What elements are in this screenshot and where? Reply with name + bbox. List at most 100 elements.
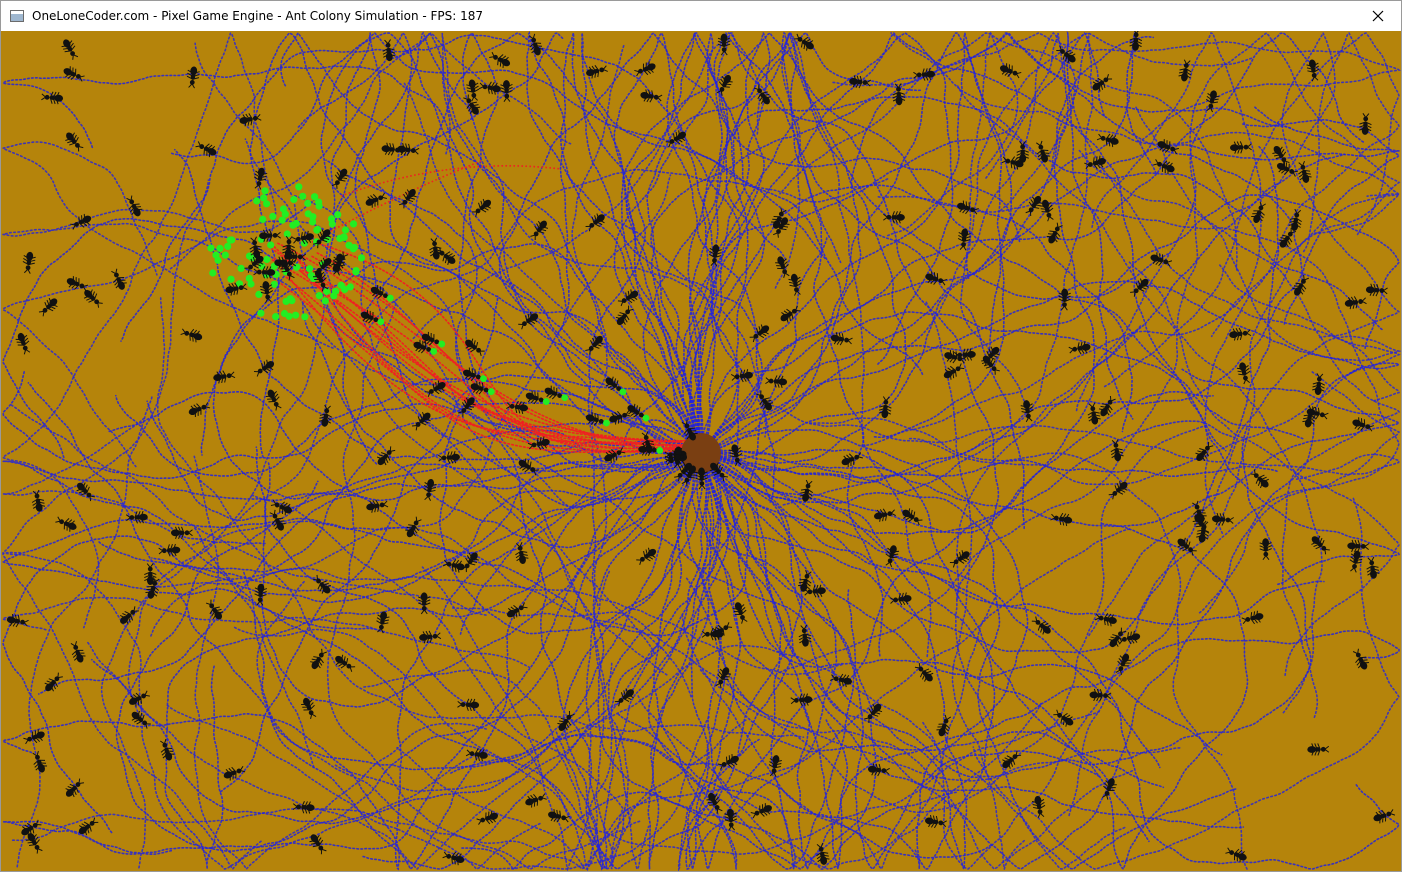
- home-trail: [703, 280, 1401, 452]
- ant: [32, 750, 48, 773]
- food-pellet: [290, 195, 298, 204]
- ant: [799, 479, 814, 502]
- food-pellet: [261, 187, 269, 195]
- food-pellet: [283, 230, 291, 238]
- food-pellet: [263, 255, 271, 264]
- ant: [878, 396, 892, 419]
- ant: [83, 289, 103, 308]
- food-pellet: [321, 297, 329, 305]
- food-pellet: [260, 194, 268, 202]
- home-trail: [902, 31, 1077, 352]
- ant: [313, 257, 332, 277]
- food-pellet: [349, 220, 358, 228]
- food-pellet: [245, 252, 254, 260]
- ant: [335, 654, 356, 672]
- food-pellet: [237, 264, 245, 272]
- ant: [376, 446, 396, 466]
- ant: [205, 599, 224, 620]
- ant: [981, 355, 1000, 375]
- home-trail: [702, 32, 1366, 451]
- ant: [126, 195, 143, 217]
- food-pellet: [267, 241, 275, 249]
- ant: [429, 237, 443, 260]
- ant: [957, 200, 979, 215]
- ant: [463, 94, 481, 115]
- ant: [119, 606, 139, 625]
- home-trail: [956, 83, 1323, 714]
- home-trail: [694, 184, 1133, 451]
- ant: [1352, 648, 1369, 670]
- food-pellet: [216, 244, 224, 252]
- ant: [798, 624, 812, 647]
- food-pellet: [224, 242, 232, 250]
- food-pellet: [328, 220, 336, 228]
- ant: [892, 83, 906, 106]
- home-trail: [151, 455, 700, 604]
- food-pellet: [301, 313, 309, 321]
- ant: [22, 251, 36, 274]
- home-trail: [702, 311, 1401, 586]
- food-pellet: [280, 309, 289, 318]
- home-trail: [703, 365, 1365, 870]
- ant: [750, 803, 772, 819]
- close-icon: [1372, 10, 1384, 22]
- home-trail: [684, 456, 1165, 789]
- ant: [38, 297, 58, 317]
- ant: [1373, 809, 1396, 824]
- simulation-canvas[interactable]: [1, 31, 1401, 871]
- ant: [31, 489, 46, 512]
- home-trail: [703, 428, 1029, 870]
- ant: [1058, 288, 1071, 311]
- food-pellet: [295, 183, 303, 191]
- food-pellet: [349, 245, 357, 253]
- ant: [830, 673, 852, 688]
- ant: [1230, 141, 1252, 154]
- food-pellet: [323, 287, 331, 296]
- ant: [111, 268, 127, 290]
- ant: [500, 80, 513, 102]
- ant: [15, 332, 31, 355]
- ant: [525, 793, 547, 808]
- home-trail: [1, 141, 334, 349]
- food-pellet: [253, 197, 261, 205]
- ant: [412, 412, 431, 431]
- ant: [171, 526, 193, 539]
- ant: [634, 61, 656, 77]
- ant: [253, 167, 268, 190]
- home-trail: [806, 417, 1248, 870]
- ant: [253, 359, 275, 377]
- food-pellet: [341, 226, 350, 234]
- food-pellet: [313, 226, 321, 234]
- home-trail: [703, 454, 1245, 829]
- ant: [489, 51, 511, 68]
- food-pellet: [214, 256, 222, 264]
- food-pellet: [332, 287, 340, 295]
- ant: [617, 289, 639, 307]
- close-button[interactable]: [1355, 1, 1401, 31]
- ant: [70, 213, 92, 230]
- food-pellet: [307, 272, 315, 280]
- food-pellet: [309, 213, 317, 221]
- food-pellet: [306, 265, 314, 273]
- home-trail: [263, 451, 803, 870]
- food-pellet: [270, 280, 278, 288]
- ant: [768, 755, 782, 778]
- ant: [765, 375, 788, 388]
- food-pellet: [334, 211, 342, 219]
- ant: [1087, 402, 1101, 425]
- ant: [1110, 439, 1124, 462]
- food-pellet: [357, 254, 366, 262]
- ant-carrying-food: [605, 376, 627, 396]
- ant: [1050, 512, 1073, 527]
- home-trail: [774, 32, 932, 658]
- home-trail: [861, 31, 1262, 447]
- food-pellet: [247, 280, 255, 288]
- food-pellet: [257, 309, 265, 317]
- food-pellet: [259, 215, 267, 223]
- game-viewport[interactable]: [1, 31, 1401, 871]
- home-trail: [890, 32, 1401, 234]
- ant: [1311, 535, 1330, 555]
- title-bar[interactable]: OneLoneCoder.com - Pixel Game Engine - A…: [1, 1, 1401, 31]
- home-trail: [9, 403, 487, 616]
- food-pellet: [269, 212, 277, 220]
